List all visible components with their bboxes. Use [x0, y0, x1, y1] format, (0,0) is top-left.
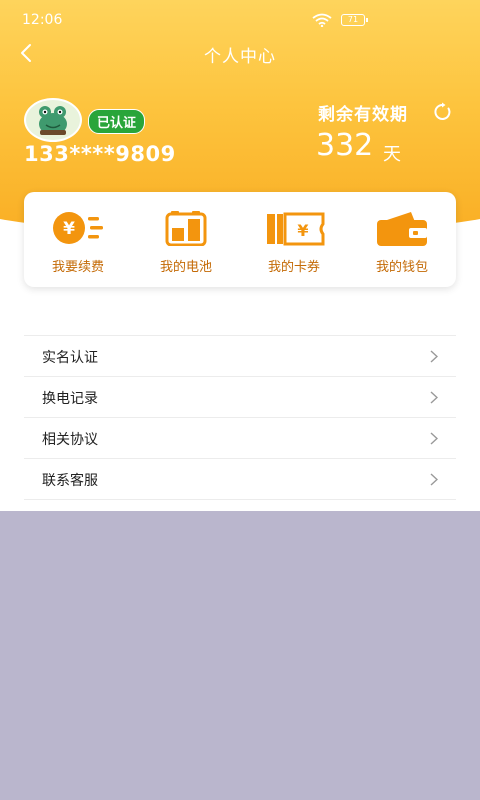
chevron-right-icon [430, 473, 438, 486]
wifi-icon [312, 13, 332, 27]
menu-item-label: 换电记录 [42, 391, 98, 407]
avatar[interactable] [24, 98, 82, 142]
page-title: 个人中心 [204, 47, 276, 67]
menu-item-real-name[interactable]: 实名认证 [24, 336, 456, 377]
wallet-icon [377, 212, 427, 246]
quick-action-label: 我的钱包 [375, 260, 428, 275]
quick-action-battery[interactable]: 我的电池 [132, 192, 240, 287]
battery-icon [165, 211, 207, 246]
chevron-right-icon [430, 391, 438, 404]
status-bar: 12:06 71 [0, 0, 480, 40]
chevron-right-icon [430, 350, 438, 363]
chevron-right-icon [430, 432, 438, 445]
battery-status-icon: 71 [341, 14, 368, 26]
profile-page: 12:06 71 个人中心 已认证 133****9809 剩余有效期 332 … [0, 0, 480, 511]
refresh-icon[interactable] [433, 102, 453, 122]
svg-text:¥: ¥ [63, 219, 75, 239]
remaining-days-unit: 天 [383, 144, 401, 165]
ticket-icon: ¥ [267, 212, 325, 246]
settings-menu: 实名认证 换电记录 相关协议 联系客服 [24, 335, 456, 500]
menu-item-label: 联系客服 [42, 473, 98, 489]
quick-action-label: 我的电池 [159, 260, 212, 275]
phone-number: 133****9809 [24, 142, 176, 166]
quick-action-renew[interactable]: ¥ 我要续费 [24, 192, 132, 287]
validity-label: 剩余有效期 [318, 105, 408, 125]
menu-item-agreements[interactable]: 相关协议 [24, 418, 456, 459]
quick-actions-card: ¥ 我要续费 我的电池 ¥ 我的卡券 我的钱包 [24, 192, 456, 287]
remaining-days-value: 332 [316, 128, 374, 163]
svg-text:¥: ¥ [297, 221, 308, 240]
quick-action-label: 我的卡券 [267, 260, 320, 275]
verified-badge: 已认证 [88, 109, 146, 134]
dimmed-overlay [0, 511, 480, 800]
menu-item-label: 实名认证 [42, 350, 98, 366]
frog-avatar-image [39, 106, 67, 135]
yen-coin-icon: ¥ [53, 212, 103, 244]
quick-action-coupons[interactable]: ¥ 我的卡券 [240, 192, 348, 287]
menu-item-label: 相关协议 [42, 432, 98, 448]
status-time: 12:06 [22, 12, 63, 28]
quick-action-label: 我要续费 [51, 260, 104, 275]
menu-item-customer-service[interactable]: 联系客服 [24, 459, 456, 500]
battery-level: 71 [347, 15, 359, 24]
quick-action-wallet[interactable]: 我的钱包 [348, 192, 456, 287]
menu-item-swap-records[interactable]: 换电记录 [24, 377, 456, 418]
